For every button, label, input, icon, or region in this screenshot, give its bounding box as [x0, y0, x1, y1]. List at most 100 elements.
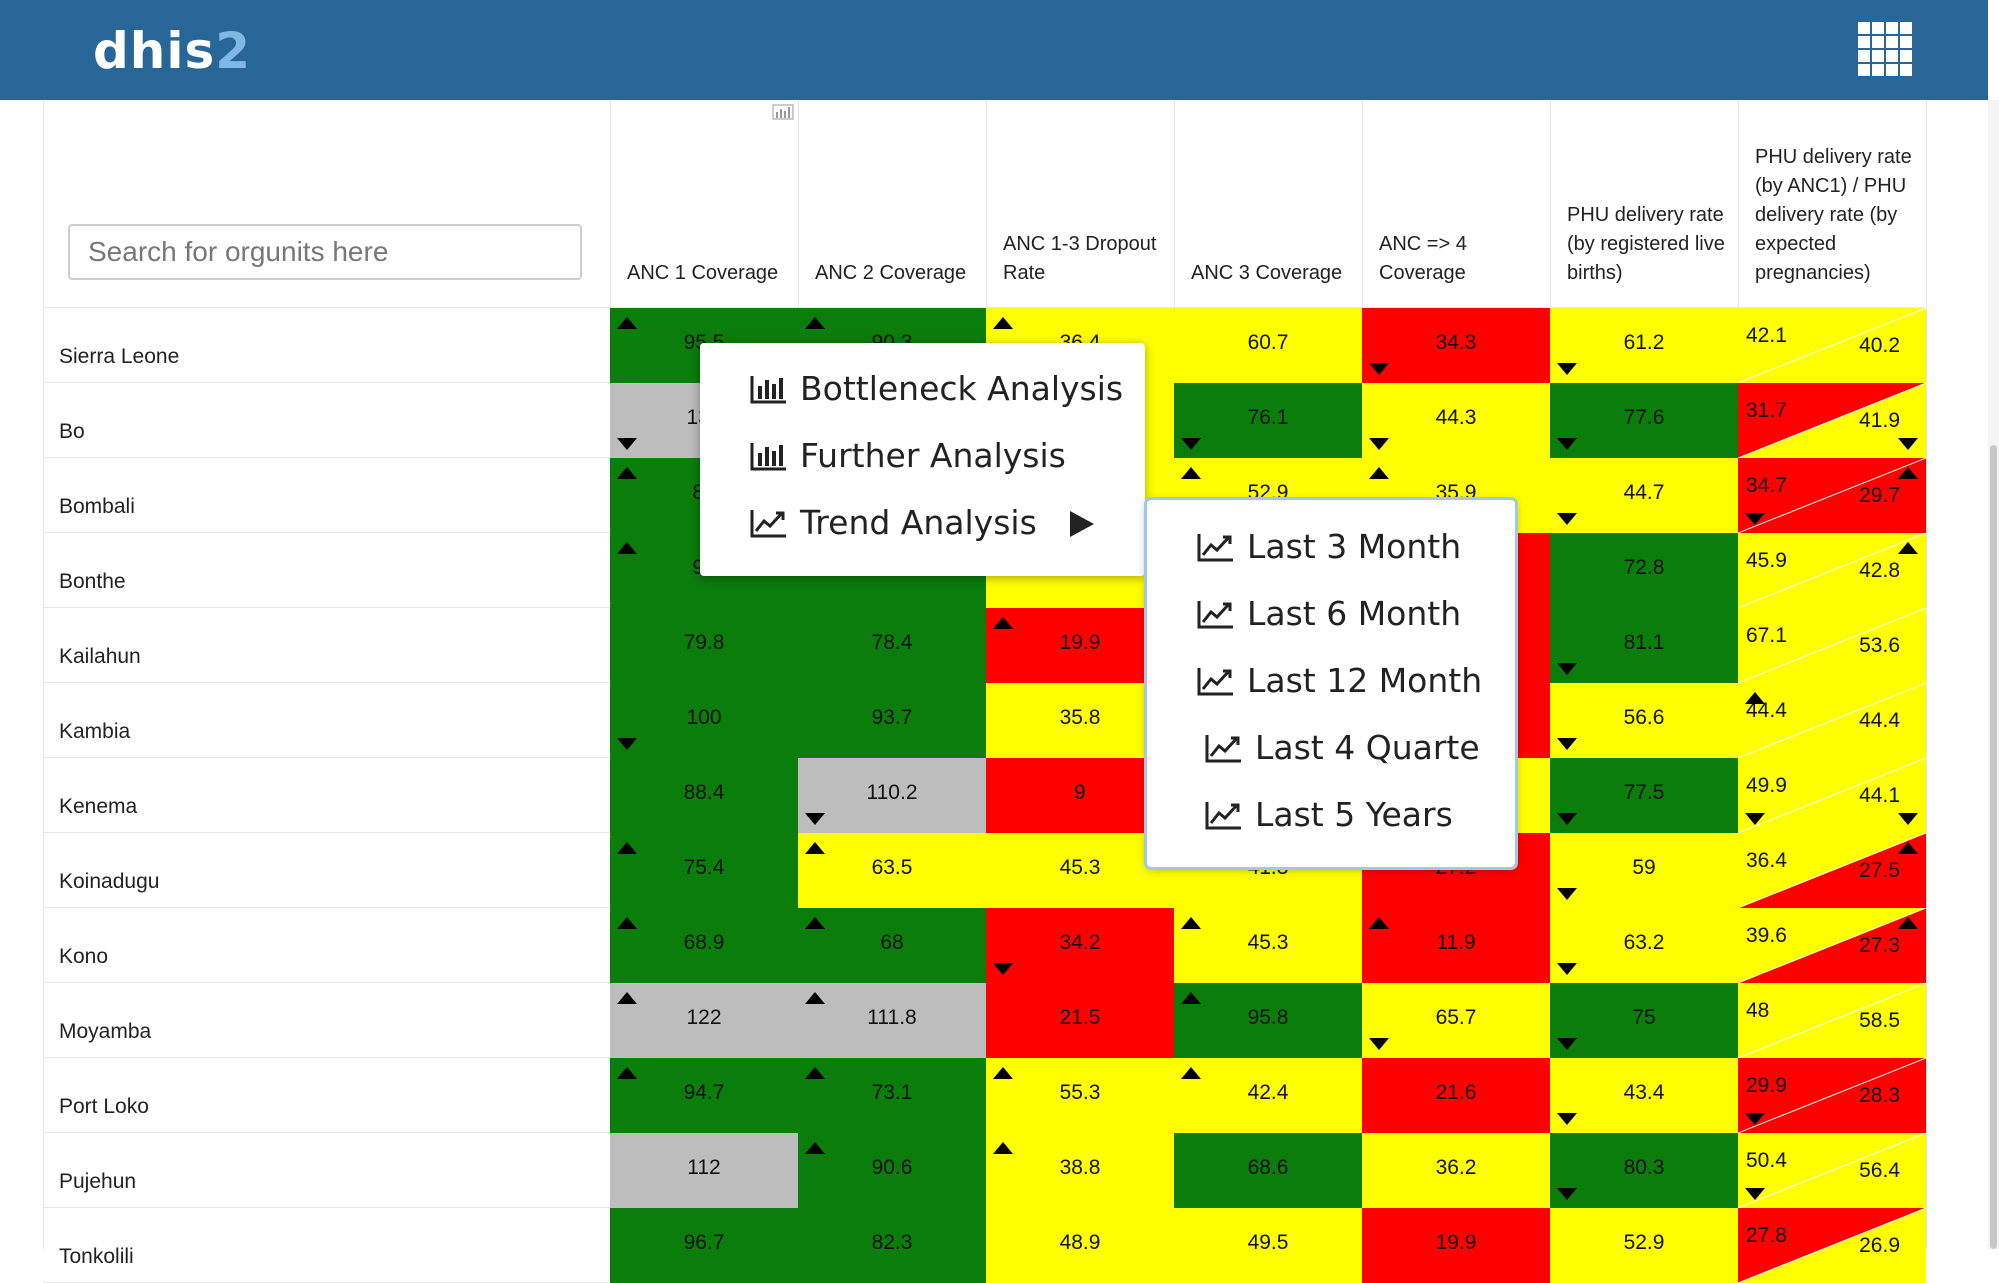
indicator-cell[interactable]: 75.4 — [610, 833, 798, 908]
indicator-cell[interactable]: 68 — [798, 908, 986, 983]
indicator-cell[interactable]: 80.3 — [1550, 1133, 1738, 1208]
column-header[interactable]: ANC => 4 Coverage — [1379, 110, 1539, 288]
indicator-cell[interactable]: 63.2 — [1550, 908, 1738, 983]
column-header[interactable]: ANC 1-3 Dropout Rate — [1003, 110, 1163, 288]
indicator-cell[interactable]: 45.9 42.8 — [1738, 533, 1926, 608]
indicator-cell[interactable]: 50.4 56.4 — [1738, 1133, 1926, 1208]
indicator-cell[interactable]: 9 — [986, 758, 1174, 833]
indicator-cell[interactable]: 59 — [1550, 833, 1738, 908]
indicator-cell[interactable]: 29.9 28.3 — [1738, 1058, 1926, 1133]
indicator-cell[interactable]: 27.8 26.9 — [1738, 1208, 1926, 1283]
scrollbar-thumb[interactable] — [1990, 445, 1997, 1249]
indicator-cell[interactable]: 112 — [610, 1133, 798, 1208]
orgunit-row-label[interactable]: Bonthe — [59, 570, 126, 594]
menu-item-trend-analysis[interactable]: Trend Analysis — [750, 503, 1037, 542]
menu-item-further-analysis[interactable]: Further Analysis — [750, 436, 1066, 475]
indicator-cell[interactable]: 96.7 — [610, 1208, 798, 1283]
orgunit-row-label[interactable]: Bombali — [59, 495, 135, 519]
indicator-cell[interactable]: 76.1 — [1174, 383, 1362, 458]
indicator-cell[interactable]: 81.1 — [1550, 608, 1738, 683]
indicator-cell[interactable]: 43.4 — [1550, 1058, 1738, 1133]
column-header[interactable]: PHU delivery rate (by ANC1) / PHU delive… — [1755, 110, 1935, 288]
indicator-cell[interactable]: 34.3 — [1362, 308, 1550, 383]
indicator-cell[interactable]: 56.6 — [1550, 683, 1738, 758]
column-header[interactable]: PHU delivery rate (by registered live bi… — [1567, 110, 1727, 288]
indicator-cell[interactable]: 36.2 — [1362, 1133, 1550, 1208]
indicator-cell[interactable]: 42.4 — [1174, 1058, 1362, 1133]
orgunit-row-label[interactable]: Port Loko — [59, 1095, 149, 1119]
indicator-cell[interactable]: 65.7 — [1362, 983, 1550, 1058]
indicator-cell[interactable]: 35.8 — [986, 683, 1174, 758]
orgunit-row-label[interactable]: Koinadugu — [59, 870, 159, 894]
indicator-cell[interactable]: 36.4 27.5 — [1738, 833, 1926, 908]
indicator-cell[interactable]: 44.4 44.4 — [1738, 683, 1926, 758]
indicator-cell[interactable]: 111.8 — [798, 983, 986, 1058]
indicator-cell[interactable]: 95.8 — [1174, 983, 1362, 1058]
orgunit-search-input[interactable] — [68, 224, 582, 280]
indicator-cell[interactable]: 63.5 — [798, 833, 986, 908]
indicator-cell[interactable]: 90.6 — [798, 1133, 986, 1208]
dhis2-logo[interactable]: dhis2 — [93, 22, 251, 80]
indicator-cell[interactable]: 68.9 — [610, 908, 798, 983]
indicator-cell[interactable]: 44.7 — [1550, 458, 1738, 533]
indicator-cell[interactable]: 44.3 — [1362, 383, 1550, 458]
indicator-cell[interactable]: 77.6 — [1550, 383, 1738, 458]
indicator-cell[interactable]: 42.1 40.2 — [1738, 308, 1926, 383]
orgunit-row-label[interactable]: Kailahun — [59, 645, 141, 669]
orgunit-row-label[interactable]: Kenema — [59, 795, 137, 819]
indicator-cell[interactable]: 82.3 — [798, 1208, 986, 1283]
column-header[interactable]: ANC 1 Coverage — [627, 110, 787, 288]
submenu-item-last-12-month[interactable]: Last 12 Month — [1197, 661, 1482, 700]
orgunit-row-label[interactable]: Sierra Leone — [59, 345, 179, 369]
indicator-cell[interactable]: 21.5 — [986, 983, 1174, 1058]
apps-grid-icon[interactable] — [1858, 22, 1912, 76]
menu-item-bottleneck-analysis[interactable]: Bottleneck Analysis — [750, 369, 1123, 408]
indicator-cell[interactable]: 72.8 — [1550, 533, 1738, 608]
indicator-cell[interactable]: 93.7 — [798, 683, 986, 758]
indicator-cell[interactable]: 94.7 — [610, 1058, 798, 1133]
indicator-cell[interactable]: 48.9 — [986, 1208, 1174, 1283]
orgunit-row-label[interactable]: Kambia — [59, 720, 130, 744]
indicator-cell[interactable]: 34.7 29.7 — [1738, 458, 1926, 533]
indicator-cell[interactable]: 19.9 — [986, 608, 1174, 683]
submenu-item-last-4-quarter[interactable]: Last 4 Quarte — [1205, 728, 1480, 767]
orgunit-row-label[interactable]: Pujehun — [59, 1170, 136, 1194]
column-header[interactable]: ANC 3 Coverage — [1191, 110, 1351, 288]
submenu-item-last-3-month[interactable]: Last 3 Month — [1197, 527, 1461, 566]
cell-value-secondary: 41.9 — [1859, 409, 1900, 432]
indicator-cell[interactable]: 45.3 — [986, 833, 1174, 908]
indicator-cell[interactable]: 122 — [610, 983, 798, 1058]
submenu-item-last-6-month[interactable]: Last 6 Month — [1197, 594, 1461, 633]
indicator-cell[interactable]: 38.8 — [986, 1133, 1174, 1208]
indicator-cell[interactable]: 73.1 — [798, 1058, 986, 1133]
indicator-cell[interactable]: 52.9 — [1550, 1208, 1738, 1283]
column-header[interactable]: ANC 2 Coverage — [815, 110, 975, 288]
indicator-cell[interactable]: 34.2 — [986, 908, 1174, 983]
indicator-cell[interactable]: 68.6 — [1174, 1133, 1362, 1208]
indicator-cell[interactable]: 100 — [610, 683, 798, 758]
indicator-cell[interactable]: 31.7 41.9 — [1738, 383, 1926, 458]
indicator-cell[interactable]: 75 — [1550, 983, 1738, 1058]
indicator-cell[interactable]: 60.7 — [1174, 308, 1362, 383]
indicator-cell[interactable]: 48 58.5 — [1738, 983, 1926, 1058]
indicator-cell[interactable]: 67.1 53.6 — [1738, 608, 1926, 683]
indicator-cell[interactable]: 19.9 — [1362, 1208, 1550, 1283]
indicator-cell[interactable]: 79.8 — [610, 608, 798, 683]
indicator-cell[interactable]: 78.4 — [798, 608, 986, 683]
indicator-cell[interactable]: 110.2 — [798, 758, 986, 833]
indicator-cell[interactable]: 61.2 — [1550, 308, 1738, 383]
indicator-cell[interactable]: 11.9 — [1362, 908, 1550, 983]
indicator-cell[interactable]: 88.4 — [610, 758, 798, 833]
indicator-cell[interactable]: 39.6 27.3 — [1738, 908, 1926, 983]
orgunit-row-label[interactable]: Bo — [59, 420, 85, 444]
indicator-cell[interactable]: 45.3 — [1174, 908, 1362, 983]
indicator-cell[interactable]: 77.5 — [1550, 758, 1738, 833]
indicator-cell[interactable]: 55.3 — [986, 1058, 1174, 1133]
submenu-item-last-5-years[interactable]: Last 5 Years — [1205, 795, 1453, 834]
orgunit-row-label[interactable]: Kono — [59, 945, 108, 969]
indicator-cell[interactable]: 49.9 44.1 — [1738, 758, 1926, 833]
indicator-cell[interactable]: 49.5 — [1174, 1208, 1362, 1283]
cell-value: 34.2 — [1059, 931, 1101, 954]
indicator-cell[interactable]: 21.6 — [1362, 1058, 1550, 1133]
orgunit-row-label[interactable]: Moyamba — [59, 1020, 151, 1044]
